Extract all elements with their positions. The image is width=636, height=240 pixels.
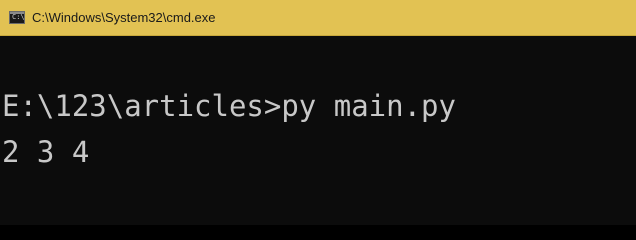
title-bar[interactable]: C:\ C:\Windows\System32\cmd.exe xyxy=(0,0,636,36)
output-line: 2 3 4 xyxy=(2,135,90,169)
cmd-prompt-icon[interactable]: C:\ xyxy=(9,11,25,24)
command-line: E:\123\articles>py main.py xyxy=(2,89,456,123)
cmd-window: C:\ C:\Windows\System32\cmd.exe E:\123\a… xyxy=(0,0,636,225)
window-title: C:\Windows\System32\cmd.exe xyxy=(32,10,216,25)
console-output[interactable]: E:\123\articles>py main.py 2 3 4 xyxy=(0,36,636,225)
